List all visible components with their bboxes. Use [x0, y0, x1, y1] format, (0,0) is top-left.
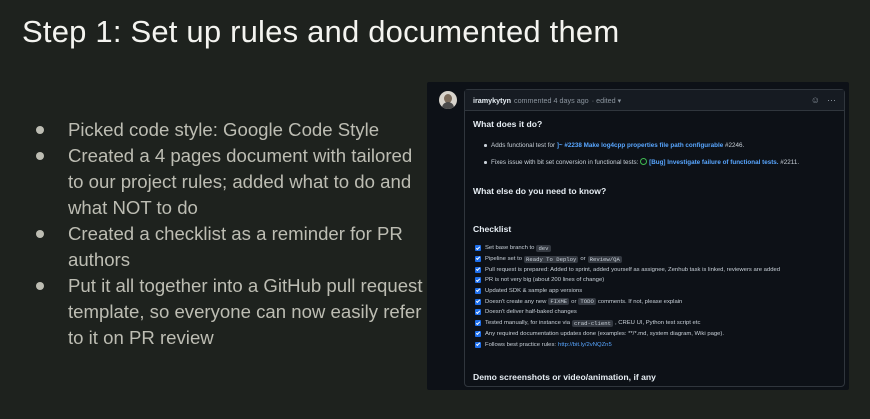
checkbox[interactable] [475, 256, 481, 263]
bullet-text: Put it all together into a GitHub pull r… [68, 275, 423, 348]
checklist-item: Doesn't create any new FIXME or TODO comment… [475, 296, 837, 307]
smiley-icon[interactable]: ☺ [811, 95, 820, 105]
issue-link[interactable]: [Bug] Investigate failure of functional … [649, 159, 778, 166]
avatar[interactable] [439, 91, 457, 109]
slide-title: Step 1: Set up rules and documented them [22, 14, 620, 49]
best-practice-link[interactable]: http://bit.ly/2vNQZn5 [558, 342, 612, 348]
list-item: Adds functional test for ]~ #2238 Make l… [483, 141, 838, 150]
bullet-item: Created a checklist as a reminder for PR… [32, 221, 427, 273]
list-item: Fixes issue with bit set conversion in f… [483, 158, 838, 167]
pr-comment: iramykytyn commented 4 days ago · edited… [464, 89, 845, 387]
author-link[interactable]: iramykytyn [473, 96, 511, 105]
checklist-item: Pull request is prepared: Added to sprin… [475, 264, 837, 275]
github-pr-screenshot: iramykytyn commented 4 days ago · edited… [427, 82, 849, 390]
checkbox[interactable] [475, 288, 481, 295]
checkbox[interactable] [475, 245, 481, 252]
checkbox[interactable] [475, 277, 481, 284]
checklist-item: Updated SDK & sample app versions [475, 286, 837, 297]
comment-header: iramykytyn commented 4 days ago · edited… [465, 90, 844, 111]
bullet-item: Put it all together into a GitHub pull r… [32, 273, 427, 351]
what-list: Adds functional test for ]~ #2238 Make l… [483, 141, 838, 175]
checklist-item: PR is not very big (about 200 lines of c… [475, 275, 837, 286]
bullet-dot-icon [36, 152, 44, 160]
checklist-item: Any required documentation updates done … [475, 329, 837, 340]
bullet-dot-icon [36, 282, 44, 290]
checkbox[interactable] [475, 298, 481, 305]
checklist: Set base branch to dev Pipeline set to Rea… [475, 243, 837, 350]
bullet-list: Picked code style: Google Code Style Cre… [32, 117, 427, 351]
bullet-item: Picked code style: Google Code Style [32, 117, 427, 143]
checkbox[interactable] [475, 320, 481, 327]
else-heading: What else do you need to know? [473, 186, 607, 196]
what-heading: What does it do? [473, 119, 543, 129]
demo-heading: Demo screenshots or video/animation, if … [473, 372, 656, 382]
checkbox[interactable] [475, 341, 481, 348]
bullet-text: Created a checklist as a reminder for PR… [68, 223, 403, 270]
checkbox[interactable] [475, 330, 481, 337]
checkbox[interactable] [475, 266, 481, 273]
bullet-text: Picked code style: Google Code Style [68, 119, 380, 140]
checklist-heading: Checklist [473, 224, 512, 234]
kebab-menu-icon[interactable]: ⋯ [827, 95, 836, 106]
checkbox[interactable] [475, 309, 481, 316]
bullet-dot-icon [36, 230, 44, 238]
checklist-item: Tested manually, for instance via crad-cl… [475, 318, 837, 329]
bullet-item: Created a 4 pages document with tailored… [32, 143, 427, 221]
checklist-item: Doesn't deliver half-baked changes [475, 307, 837, 318]
issue-open-icon [640, 158, 648, 165]
bullet-dot-icon [36, 126, 44, 134]
checklist-item: Set base branch to dev [475, 243, 837, 254]
checklist-item: Follows best practice rules: http://bit.l… [475, 339, 837, 350]
checklist-item: Pipeline set to Ready To Deploy or Review/Q… [475, 254, 837, 265]
edited-dropdown[interactable]: · edited ▾ [592, 96, 622, 105]
issue-link[interactable]: ]~ #2238 Make log4cpp properties file pa… [557, 142, 723, 149]
bullet-text: Created a 4 pages document with tailored… [68, 145, 413, 218]
comment-meta: commented 4 days ago [513, 95, 589, 105]
